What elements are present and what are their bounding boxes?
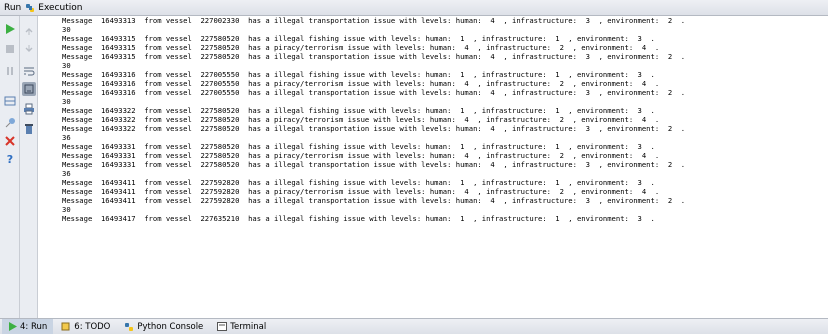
run-icon [9, 322, 17, 331]
tab-todo-label: 6: TODO [74, 321, 111, 332]
console-line: Message 16493322 from vessel 227580520 h… [62, 115, 660, 124]
pause-icon[interactable] [3, 64, 17, 78]
console-line: Message 16493417 from vessel 227635210 h… [62, 214, 655, 223]
console-line: Message 16493316 from vessel 227005550 h… [62, 70, 655, 79]
console-output[interactable]: Message 16493313 from vessel 227002330 h… [38, 16, 828, 318]
console-line: Message 16493331 from vessel 227580520 h… [62, 142, 655, 151]
python-icon [25, 3, 35, 13]
console-line: 36 [62, 169, 71, 178]
secondary-toolbar [20, 16, 38, 318]
terminal-icon [217, 322, 228, 331]
stop-icon[interactable] [3, 42, 17, 56]
console-line: 30 [62, 205, 71, 214]
console-line: Message 16493313 from vessel 227002330 h… [62, 16, 686, 25]
todo-icon [61, 322, 70, 331]
tab-python-console[interactable]: Python Console [118, 319, 209, 334]
console-line: Message 16493322 from vessel 227580520 h… [62, 106, 655, 115]
tab-terminal-label: Terminal [230, 321, 267, 332]
pin-icon[interactable] [3, 116, 17, 130]
console-line: Message 16493316 from vessel 227005550 h… [62, 88, 686, 97]
tab-run-label: 4: Run [20, 321, 48, 332]
rerun-icon[interactable] [3, 22, 17, 36]
python-console-icon [125, 322, 134, 331]
tab-python-console-label: Python Console [137, 321, 204, 332]
layout-icon[interactable] [3, 94, 17, 108]
console-line: 30 [62, 25, 71, 34]
close-icon[interactable] [3, 134, 17, 148]
console-line: Message 16493315 from vessel 227580520 h… [62, 43, 660, 52]
run-panel-title: Run [4, 2, 22, 13]
console-line: Message 16493331 from vessel 227580520 h… [62, 160, 686, 169]
console-line: Message 16493316 from vessel 227005550 h… [62, 79, 660, 88]
console-line: Message 16493331 from vessel 227580520 h… [62, 151, 660, 160]
console-line: 36 [62, 133, 71, 142]
run-panel-header: Run Execution [0, 0, 828, 16]
down-arrow-icon[interactable] [22, 42, 36, 56]
console-line: Message 16493322 from vessel 227580520 h… [62, 124, 686, 133]
soft-wrap-icon[interactable] [22, 64, 36, 78]
left-toolbar: ? [0, 16, 20, 318]
run-config-name[interactable]: Execution [38, 3, 82, 13]
help-icon[interactable]: ? [3, 152, 17, 166]
console-line: 30 [62, 97, 71, 106]
clear-all-icon[interactable] [22, 122, 36, 136]
up-arrow-icon[interactable] [22, 24, 36, 38]
tab-todo[interactable]: 6: TODO [55, 319, 116, 334]
console-line: Message 16493411 from vessel 227592820 h… [62, 178, 655, 187]
console-line: Message 16493411 from vessel 227592820 h… [62, 196, 686, 205]
console-line: Message 16493315 from vessel 227580520 h… [62, 34, 655, 43]
console-line: Message 16493411 from vessel 227592820 h… [62, 187, 660, 196]
console-line: 30 [62, 61, 71, 70]
scroll-to-end-icon[interactable] [22, 82, 36, 96]
tool-window-bar: 4: Run 6: TODO Python Console Terminal [0, 318, 828, 334]
console-line: Message 16493315 from vessel 227580520 h… [62, 52, 686, 61]
tab-terminal[interactable]: Terminal [211, 319, 272, 334]
print-icon[interactable] [22, 102, 36, 116]
tab-run[interactable]: 4: Run [2, 319, 54, 334]
